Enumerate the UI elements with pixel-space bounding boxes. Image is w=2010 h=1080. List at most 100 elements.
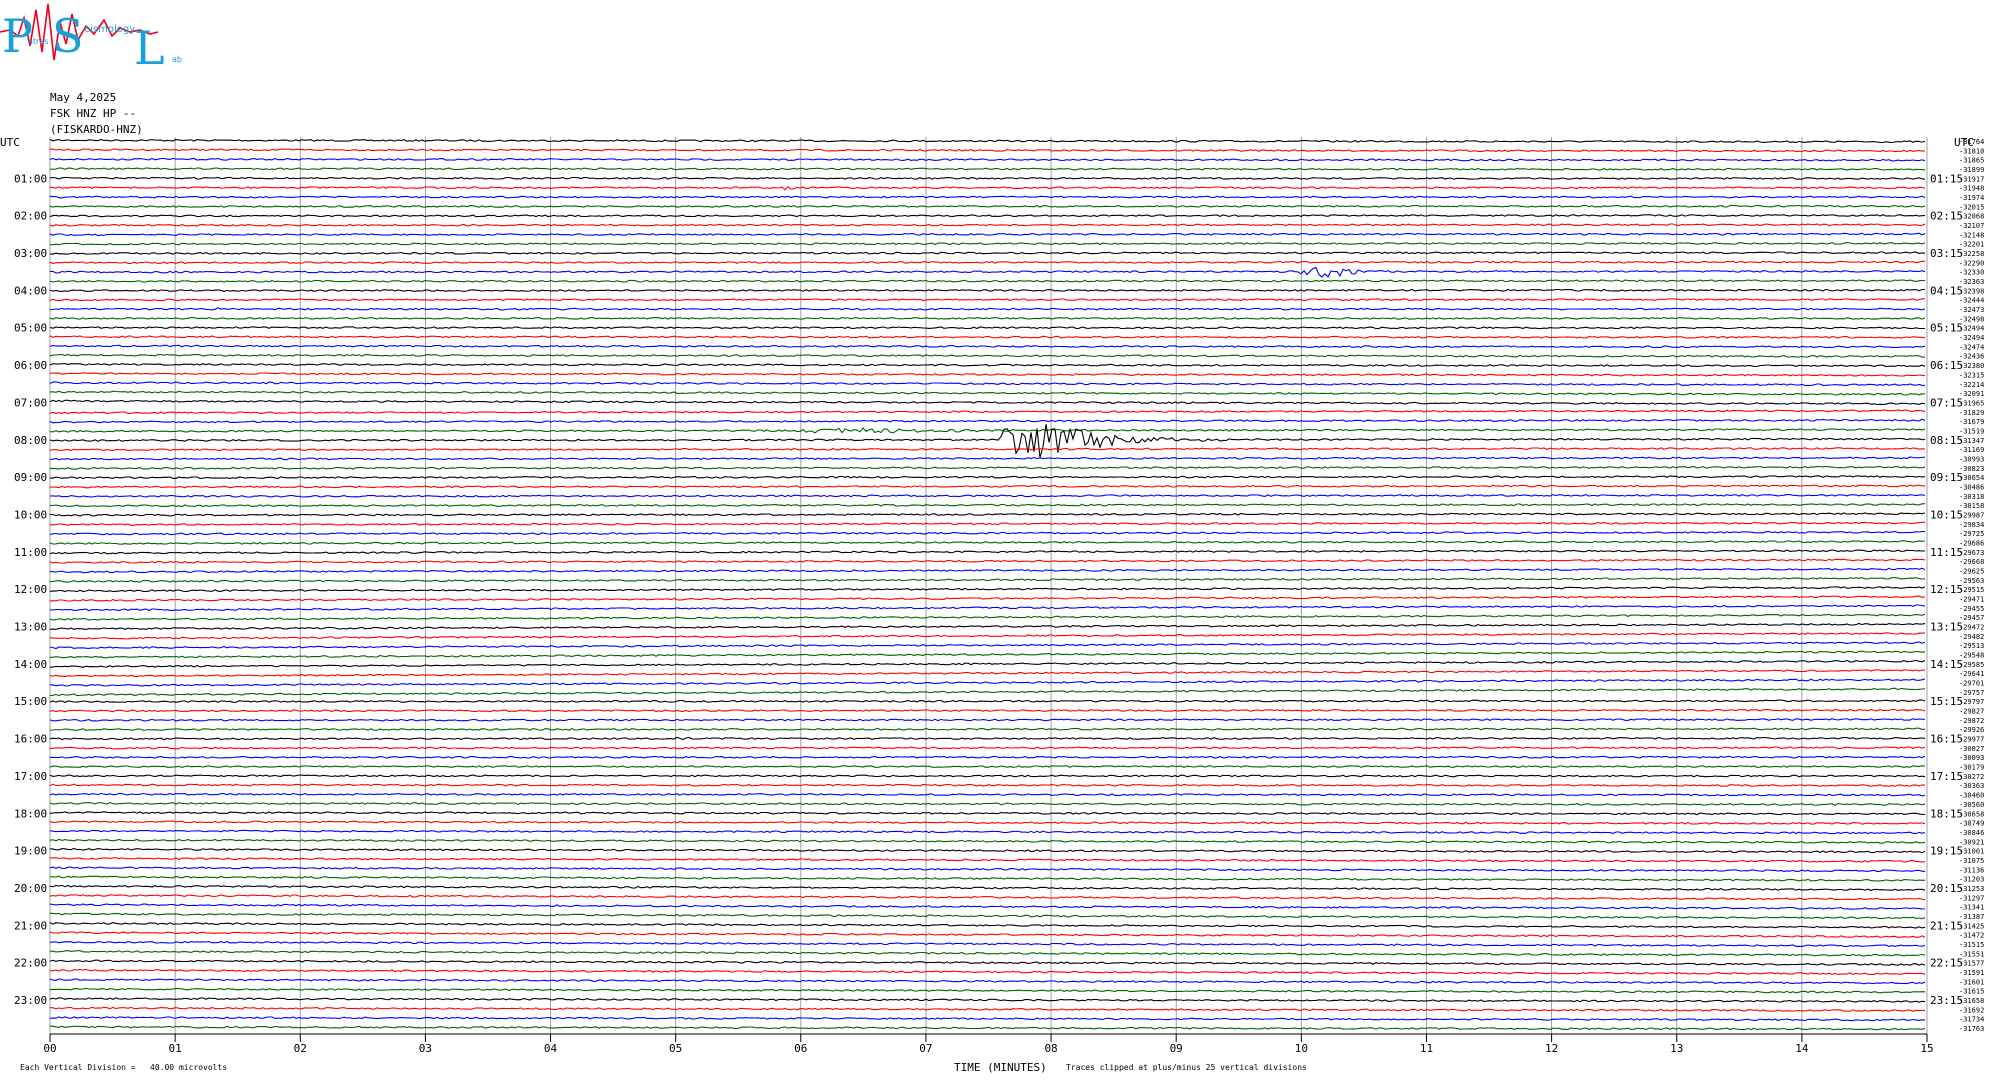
x-tick-label: 08 bbox=[1044, 1042, 1057, 1055]
trace-value-label: -32330 bbox=[1959, 269, 1984, 277]
x-tick-label: 02 bbox=[294, 1042, 307, 1055]
left-hour-label: 02:00 bbox=[14, 210, 47, 223]
right-hour-label: 05:15 bbox=[1930, 322, 1963, 335]
seismic-trace bbox=[49, 894, 1926, 901]
seismic-trace bbox=[49, 931, 1926, 938]
seismic-trace bbox=[49, 335, 1926, 339]
right-hour-label: 16:15 bbox=[1930, 733, 1963, 746]
right-hour-label: 13:15 bbox=[1930, 621, 1963, 634]
seismic-trace bbox=[49, 326, 1925, 330]
seismic-trace bbox=[49, 381, 1926, 387]
seismic-trace bbox=[49, 595, 1926, 602]
trace-value-label: -29625 bbox=[1959, 567, 1984, 575]
left-hour-label: 06:00 bbox=[14, 359, 47, 372]
scale-note: Each Vertical Division = 40.00 microvolt… bbox=[20, 1063, 228, 1072]
seismic-trace bbox=[49, 456, 1926, 461]
seismic-trace bbox=[49, 399, 1926, 406]
seismogram-plot: 00 01 02 03 04 05 06 07 08 09 10 11 12 13 14 15 -31764-… bbox=[0, 136, 1984, 1055]
x-tick-label: 09 bbox=[1170, 1042, 1183, 1055]
x-axis-title: TIME (MINUTES) bbox=[954, 1061, 1047, 1074]
seismic-trace bbox=[49, 138, 1926, 144]
seismic-trace bbox=[49, 820, 1926, 825]
seismic-trace bbox=[49, 792, 1926, 797]
left-hour-label: 05:00 bbox=[14, 322, 47, 335]
axis-labels: UTC UTC 01:00 02:00 03:00 04:00 05:00 06:00 07… bbox=[0, 136, 1974, 1007]
left-hour-label: 13:00 bbox=[14, 621, 47, 634]
trace-value-label: -29668 bbox=[1959, 558, 1984, 566]
trace-value-label: -30749 bbox=[1959, 820, 1984, 828]
right-hour-label: 03:15 bbox=[1930, 247, 1963, 260]
seismic-trace bbox=[50, 950, 1926, 957]
seismic-trace bbox=[49, 1016, 1926, 1022]
trace-value-label: -32315 bbox=[1959, 371, 1984, 379]
seismic-trace bbox=[49, 279, 1926, 283]
seismic-trace bbox=[49, 372, 1926, 377]
trace-value-label: -30363 bbox=[1959, 782, 1984, 790]
trace-value-label: -32148 bbox=[1959, 231, 1984, 239]
seismic-trace bbox=[49, 774, 1926, 778]
trace-value-label: -31472 bbox=[1959, 932, 1984, 940]
right-hour-label: 18:15 bbox=[1930, 807, 1963, 820]
trace-value-label: -31692 bbox=[1959, 1006, 1984, 1014]
seismic-trace bbox=[49, 765, 1926, 769]
trace-value-label: -30460 bbox=[1959, 792, 1984, 800]
seismic-trace bbox=[49, 260, 1926, 265]
x-tick-label: 06 bbox=[794, 1042, 807, 1055]
seismic-trace bbox=[50, 650, 1926, 659]
trace-value-label: -32107 bbox=[1959, 222, 1984, 230]
trace-value-label: -32494 bbox=[1959, 334, 1984, 342]
trace-value-label: -31763 bbox=[1959, 1025, 1984, 1033]
seismic-trace bbox=[49, 838, 1926, 844]
seismic-trace bbox=[49, 632, 1926, 640]
seismic-trace bbox=[49, 687, 1926, 697]
seismic-trace bbox=[49, 176, 1926, 180]
trace-value-label: -29827 bbox=[1959, 708, 1984, 716]
trace-value-label: -32444 bbox=[1959, 297, 1984, 305]
trace-value-label: -31601 bbox=[1959, 978, 1984, 986]
seismic-trace bbox=[50, 266, 1926, 278]
left-hour-label: 17:00 bbox=[14, 770, 47, 783]
trace-value-label: -31948 bbox=[1959, 185, 1984, 193]
seismic-trace bbox=[49, 344, 1926, 349]
left-hour-label: 01:00 bbox=[14, 172, 47, 185]
seismic-trace bbox=[49, 922, 1926, 929]
seismic-trace bbox=[49, 195, 1926, 199]
trace-value-label: -31169 bbox=[1959, 446, 1984, 454]
seismic-trace bbox=[49, 613, 1926, 621]
trace-value-label: -31974 bbox=[1959, 194, 1984, 202]
left-hour-label: 19:00 bbox=[14, 845, 47, 858]
trace-value-label: -32473 bbox=[1959, 306, 1984, 314]
right-hour-label: 22:15 bbox=[1930, 957, 1963, 970]
x-tick-label: 10 bbox=[1295, 1042, 1308, 1055]
clip-note: Traces clipped at plus/minus 25 vertical… bbox=[1066, 1063, 1307, 1072]
seismic-trace bbox=[49, 185, 1926, 191]
seismic-trace bbox=[49, 521, 1926, 526]
seismic-trace bbox=[49, 232, 1926, 237]
seismic-trace bbox=[49, 718, 1926, 722]
seismic-trace bbox=[49, 409, 1926, 415]
right-hour-label: 09:15 bbox=[1930, 471, 1963, 484]
trace-value-label: -30993 bbox=[1959, 455, 1984, 463]
seismic-trace bbox=[49, 362, 1926, 368]
seismic-trace bbox=[49, 755, 1926, 759]
seismic-trace bbox=[49, 307, 1926, 311]
seismic-trace bbox=[49, 223, 1926, 227]
seismic-trace bbox=[49, 857, 1926, 863]
left-hour-label: 21:00 bbox=[14, 919, 47, 932]
seismic-trace bbox=[49, 427, 1926, 434]
right-hour-label: 12:15 bbox=[1930, 583, 1963, 596]
right-utc-title: UTC bbox=[1954, 136, 1974, 149]
x-tick-label: 03 bbox=[419, 1042, 432, 1055]
left-hour-label: 10:00 bbox=[14, 508, 47, 521]
trace-value-label: -30318 bbox=[1959, 493, 1984, 501]
left-hour-label: 07:00 bbox=[14, 396, 47, 409]
seismic-trace bbox=[49, 214, 1926, 218]
right-hour-label: 10:15 bbox=[1930, 508, 1963, 521]
left-hour-label: 09:00 bbox=[14, 471, 47, 484]
x-tick-label: 14 bbox=[1795, 1042, 1809, 1055]
seismic-trace bbox=[50, 875, 1926, 882]
trace-value-label: -29471 bbox=[1959, 596, 1984, 604]
left-hour-label: 20:00 bbox=[14, 882, 47, 895]
trace-value-label: -30486 bbox=[1959, 483, 1984, 491]
seismic-trace bbox=[49, 802, 1926, 806]
